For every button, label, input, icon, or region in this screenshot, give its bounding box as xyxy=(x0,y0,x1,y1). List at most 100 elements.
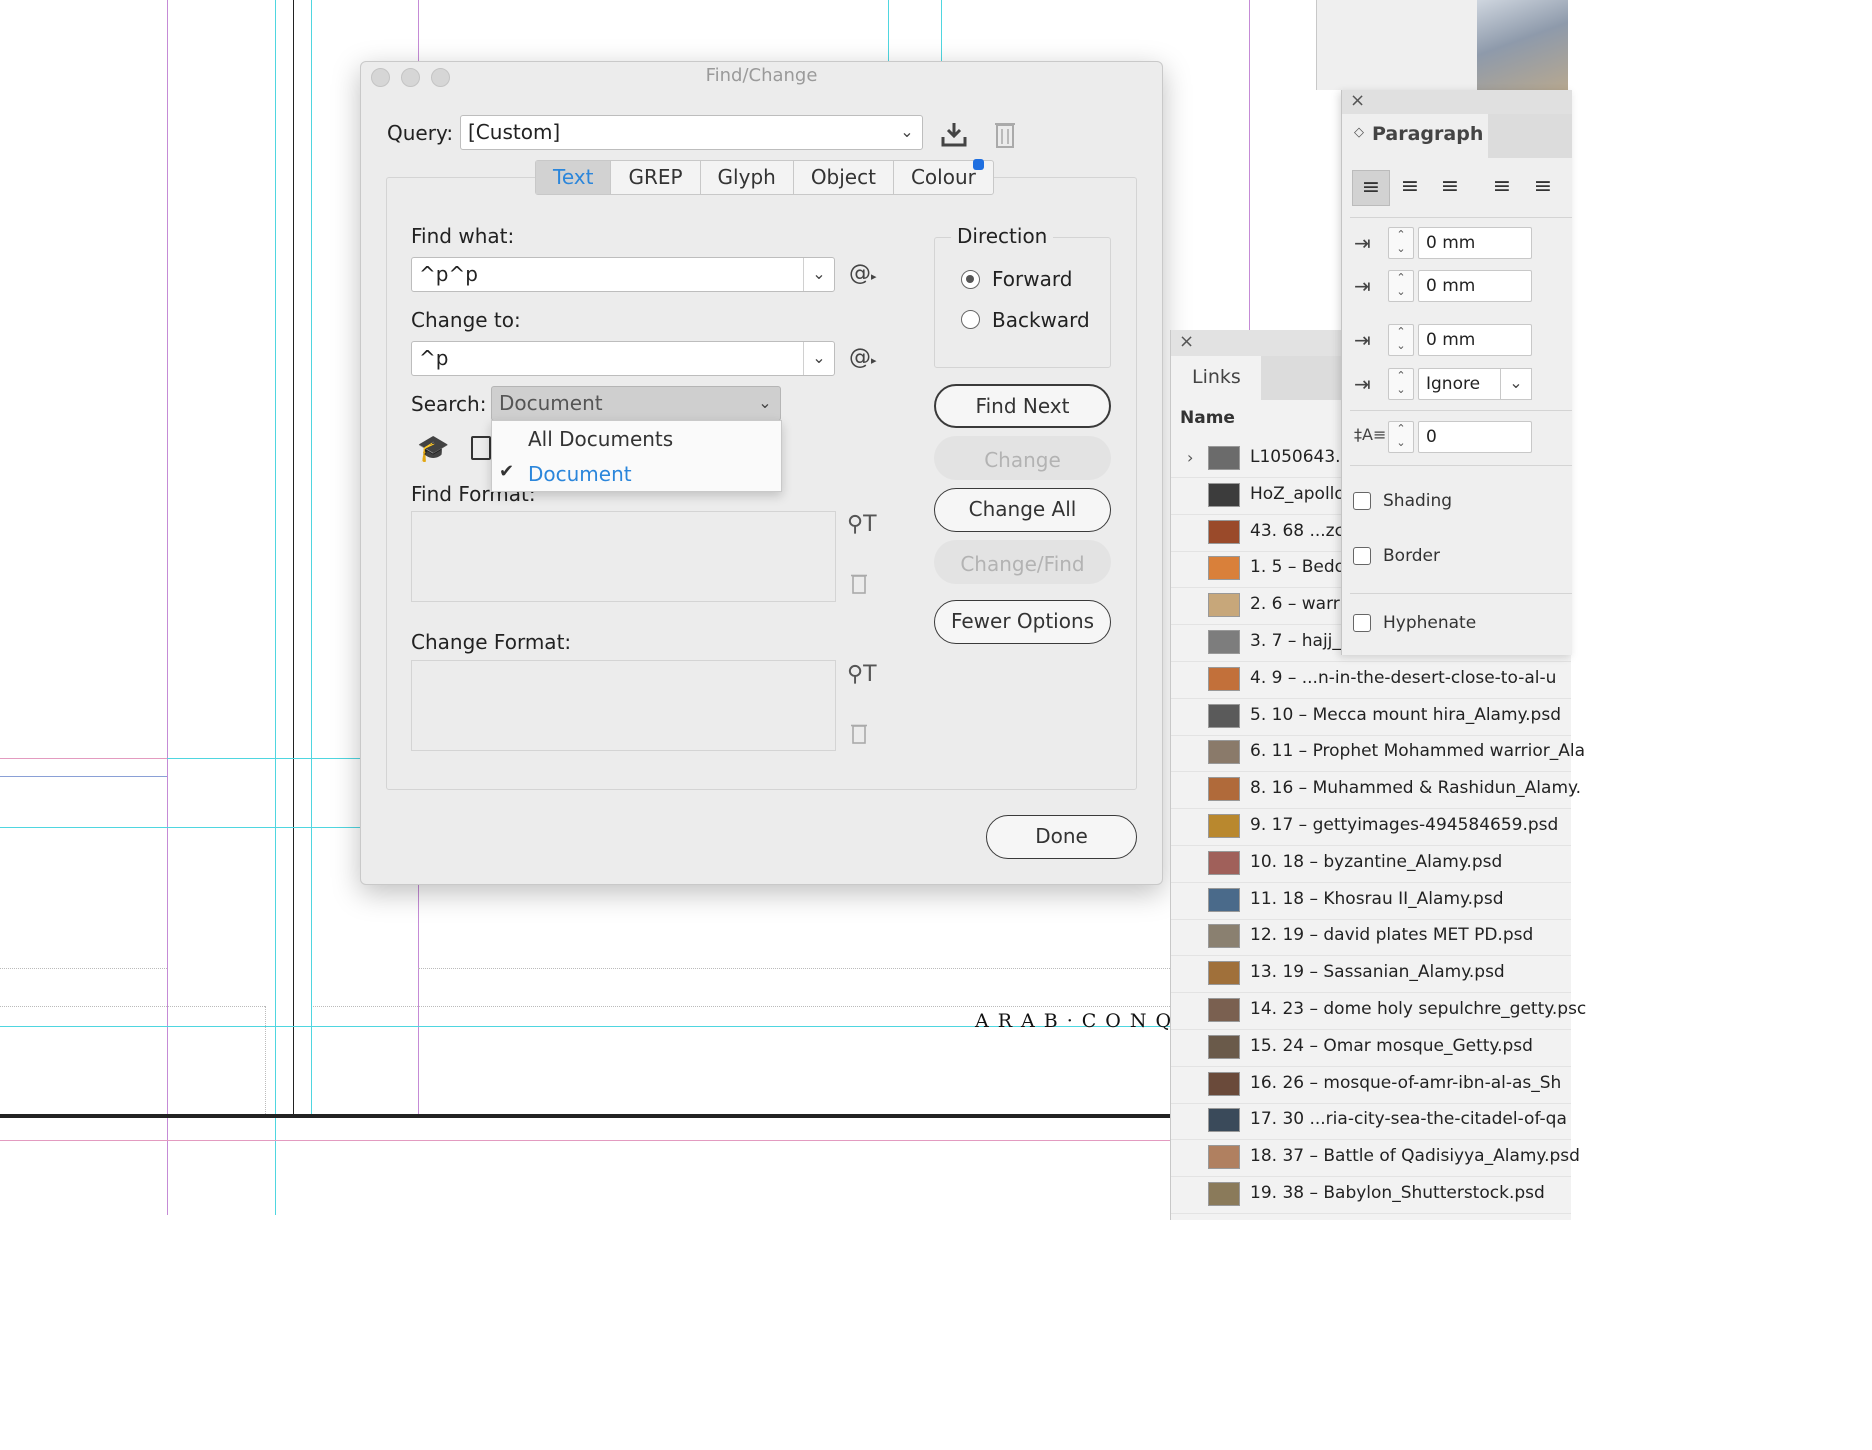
backward-radio[interactable] xyxy=(961,310,980,329)
link-name: 2. 6 – warri xyxy=(1250,594,1345,615)
tab-text[interactable]: Text xyxy=(536,161,612,194)
query-select[interactable]: [Custom] ⌄ xyxy=(460,115,923,150)
drop-cap-input[interactable]: 0 xyxy=(1418,421,1532,453)
link-row[interactable]: 14. 23 – dome holy sepulchre_getty.psc xyxy=(1171,992,1586,1030)
query-label: Query: xyxy=(387,121,454,145)
justify-all-icon[interactable]: ≡ xyxy=(1525,170,1561,204)
column-guide-h xyxy=(167,758,362,759)
space-before-stepper[interactable]: ⌃ ⌄ xyxy=(1388,324,1414,356)
change-to-field[interactable]: ^p ⌄ xyxy=(411,341,835,376)
align-left-icon[interactable]: ≡ xyxy=(1352,170,1390,206)
special-characters-icon[interactable]: @▸ xyxy=(849,345,877,370)
menu-item-all-documents[interactable]: All Documents xyxy=(528,427,673,451)
shading-checkbox[interactable] xyxy=(1353,492,1371,510)
close-icon[interactable]: × xyxy=(1350,90,1365,111)
first-line-indent-input[interactable]: 0 mm xyxy=(1418,270,1532,302)
resize-handle-icon[interactable] xyxy=(973,159,984,170)
tab-grep[interactable]: GREP xyxy=(611,161,701,194)
change-find-button[interactable]: Change/Find xyxy=(934,540,1111,584)
link-row[interactable]: 5. 10 – Mecca mount hira_Alamy.psd xyxy=(1171,698,1571,736)
direction-group xyxy=(934,237,1111,368)
page-bottom-edge xyxy=(0,1114,1170,1118)
fewer-options-button[interactable]: Fewer Options xyxy=(934,600,1111,644)
link-row[interactable]: 8. 16 – Muhammed & Rashidun_Alamy. xyxy=(1171,771,1581,810)
close-window-button[interactable] xyxy=(371,68,390,87)
margin-guide xyxy=(1249,0,1250,330)
align-center-icon[interactable]: ≡ xyxy=(1392,170,1428,204)
drop-cap-stepper[interactable]: ⌃ ⌄ xyxy=(1388,421,1414,453)
link-row[interactable]: 15. 24 – Omar mosque_Getty.psd xyxy=(1171,1029,1571,1067)
collapse-icon[interactable]: ◇ xyxy=(1354,125,1364,140)
link-row[interactable]: 12. 19 – david plates MET PD.psd xyxy=(1171,918,1571,957)
backward-label: Backward xyxy=(992,308,1090,332)
close-icon[interactable]: × xyxy=(1179,331,1194,352)
change-all-button[interactable]: Change All xyxy=(934,488,1111,532)
search-scope-menu: All Documents ✔ Document xyxy=(491,420,782,492)
align-to-grid-select[interactable]: Ignore xyxy=(1418,368,1510,400)
chevron-down-icon[interactable]: ⌄ xyxy=(803,258,834,291)
clear-change-format-icon[interactable] xyxy=(850,722,868,748)
space-before-input[interactable]: 0 mm xyxy=(1418,324,1532,356)
link-row[interactable]: 6. 11 – Prophet Mohammed warrior_Ala xyxy=(1171,734,1585,773)
link-row[interactable]: 17. 30 ...ria-city-sea-the-citadel-of-qa xyxy=(1171,1102,1571,1141)
link-name: 18. 37 – Battle of Qadisiyya_Alamy.psd xyxy=(1250,1146,1580,1167)
forward-radio[interactable] xyxy=(961,270,980,289)
link-name: HoZ_apollo xyxy=(1250,483,1345,504)
delete-query-icon[interactable] xyxy=(993,119,1017,149)
find-next-button[interactable]: Find Next xyxy=(934,384,1111,428)
specify-find-format-icon[interactable]: ⚲T xyxy=(847,512,877,537)
hyphenate-checkbox[interactable] xyxy=(1353,614,1371,632)
space-before-icon: ⇥ xyxy=(1354,328,1371,352)
first-line-indent-stepper[interactable]: ⌃ ⌄ xyxy=(1388,270,1414,302)
align-right-icon[interactable]: ≡ xyxy=(1432,170,1468,204)
link-row[interactable]: 10. 18 – byzantine_Alamy.psd xyxy=(1171,845,1571,883)
done-button[interactable]: Done xyxy=(986,815,1137,859)
menu-item-document[interactable]: Document xyxy=(528,462,632,486)
baseline-guide xyxy=(0,776,167,777)
drop-cap-icon: ‡A≡ xyxy=(1354,425,1387,444)
checkmark-icon: ✔ xyxy=(499,461,515,482)
link-row[interactable]: 4. 9 – ...n-in-the-desert-close-to-al-u xyxy=(1171,661,1571,699)
link-name: 11. 18 – Khosrau II_Alamy.psd xyxy=(1250,888,1504,909)
link-row[interactable]: 13. 19 – Sassanian_Alamy.psd xyxy=(1171,955,1571,994)
change-format-label: Change Format: xyxy=(411,630,572,654)
clear-find-format-icon[interactable] xyxy=(850,572,868,598)
align-to-grid-stepper[interactable]: ⌃ ⌄ xyxy=(1388,368,1414,400)
left-indent-stepper[interactable]: ⌃ ⌄ xyxy=(1388,227,1414,259)
find-what-field[interactable]: ^p^p ⌄ xyxy=(411,257,835,292)
save-query-icon[interactable] xyxy=(939,119,969,149)
chevron-down-icon[interactable]: ⌄ xyxy=(1500,368,1532,400)
link-row[interactable]: 19. 38 – Babylon_Shutterstock.psd xyxy=(1171,1176,1571,1214)
include-locked-layers-icon[interactable]: 🎓 xyxy=(417,434,449,464)
column-guide xyxy=(275,0,276,1215)
column-guide xyxy=(311,0,312,1118)
include-locked-stories-icon[interactable] xyxy=(471,436,491,460)
search-scope-select[interactable]: Document ⌄ xyxy=(491,386,781,421)
link-name: 16. 26 – mosque-of-amr-ibn-al-as_Sh xyxy=(1250,1072,1562,1093)
link-name: 12. 19 – david plates MET PD.psd xyxy=(1250,925,1534,946)
special-characters-icon[interactable]: @▸ xyxy=(849,261,877,286)
left-indent-input[interactable]: 0 mm xyxy=(1418,227,1532,259)
link-thumbnail xyxy=(1208,814,1240,838)
align-to-grid-icon: ⇥ xyxy=(1354,372,1371,396)
change-button[interactable]: Change xyxy=(934,436,1111,480)
justify-left-icon[interactable]: ≡ xyxy=(1484,170,1520,204)
link-thumbnail xyxy=(1208,556,1240,581)
tab-glyph[interactable]: Glyph xyxy=(701,161,794,194)
name-column-header[interactable]: Name xyxy=(1180,408,1235,428)
link-name: 17. 30 ...ria-city-sea-the-citadel-of-qa xyxy=(1250,1109,1567,1130)
link-row[interactable]: 16. 26 – mosque-of-amr-ibn-al-as_Sh xyxy=(1171,1066,1571,1104)
link-row[interactable]: 18. 37 – Battle of Qadisiyya_Alamy.psd xyxy=(1171,1139,1580,1178)
left-indent-icon: ⇥ xyxy=(1354,231,1371,255)
link-name: L1050643. xyxy=(1250,447,1341,467)
zoom-window-button[interactable] xyxy=(431,68,450,87)
minimize-window-button[interactable] xyxy=(401,68,420,87)
tab-object[interactable]: Object xyxy=(794,161,894,194)
link-row[interactable]: 11. 18 – Khosrau II_Alamy.psd xyxy=(1171,882,1571,920)
chevron-down-icon[interactable]: ⌄ xyxy=(803,342,834,375)
link-row[interactable]: 9. 17 – gettyimages-494584659.psd xyxy=(1171,808,1571,846)
specify-change-format-icon[interactable]: ⚲T xyxy=(847,662,877,687)
change-format-box[interactable] xyxy=(411,660,836,751)
find-format-box[interactable] xyxy=(411,511,836,602)
border-checkbox[interactable] xyxy=(1353,547,1371,565)
